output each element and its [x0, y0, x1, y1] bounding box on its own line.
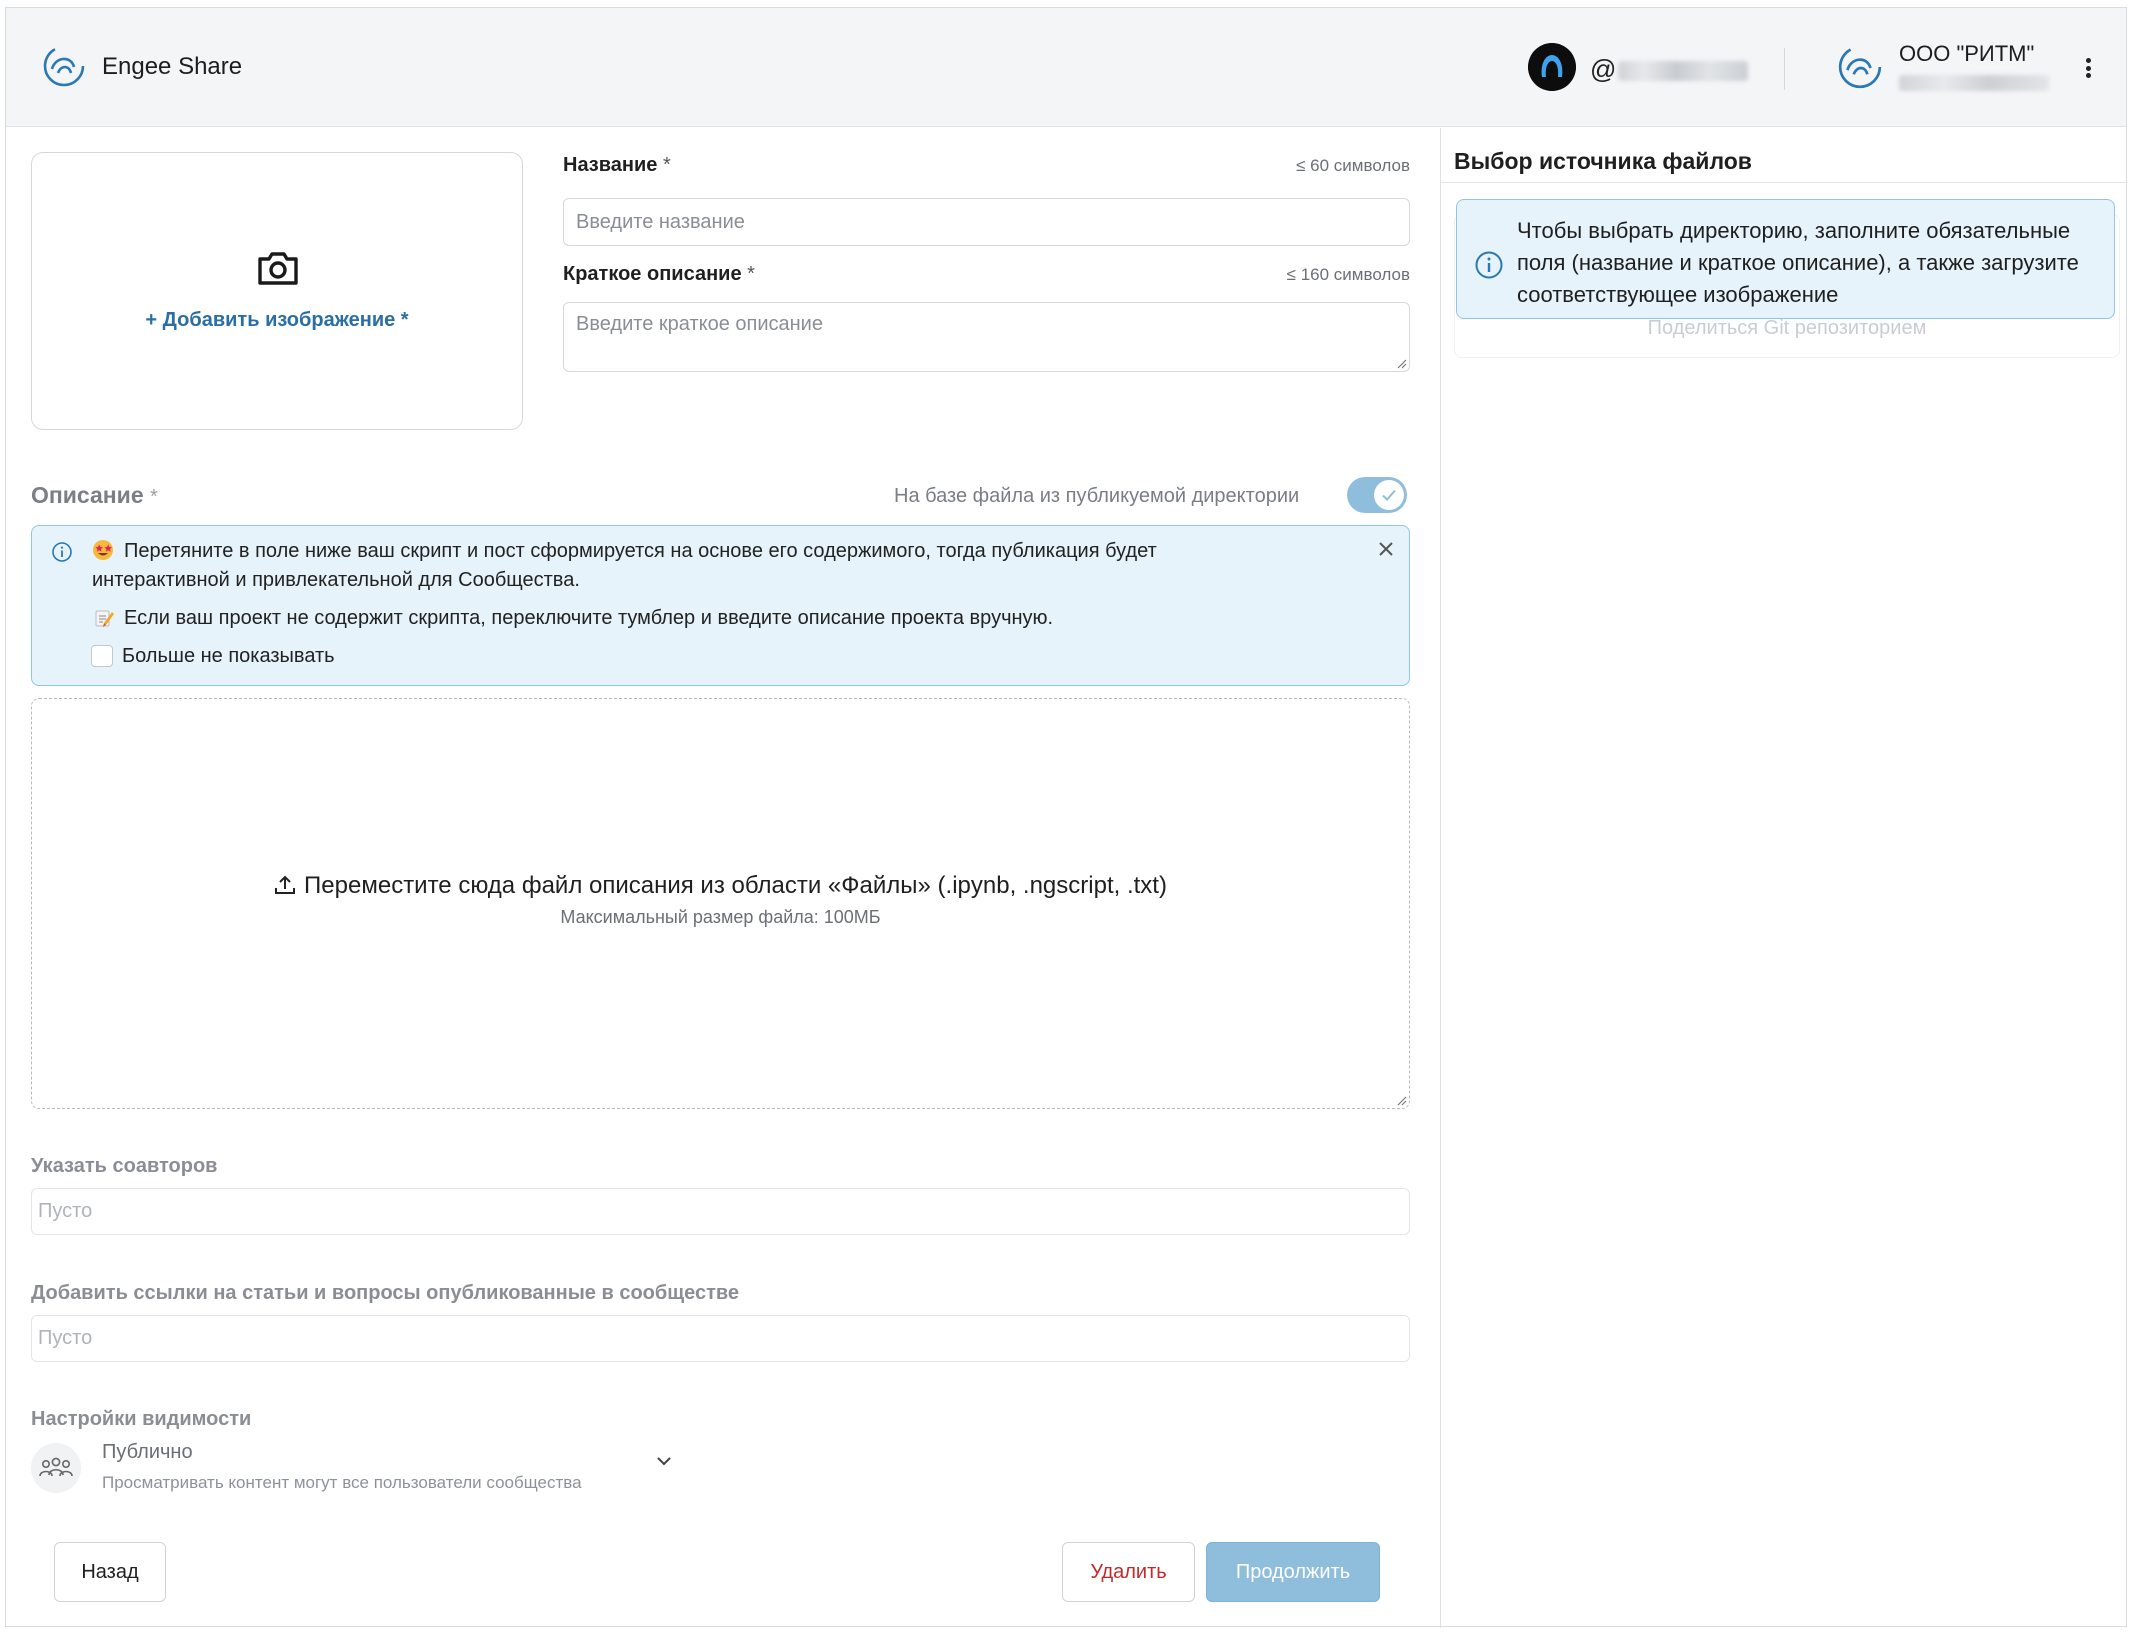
top-header: Engee Share @ ООО "РИТМ" [6, 8, 2126, 127]
check-icon [1382, 489, 1396, 501]
short-desc-label: Краткое описание * [563, 263, 755, 285]
name-char-limit: ≤ 60 символов [1296, 156, 1410, 175]
short-desc-textarea[interactable]: Введите краткое описание [563, 302, 1410, 372]
dont-show-again-checkbox[interactable] [91, 645, 113, 667]
back-button[interactable]: Назад [54, 1542, 166, 1602]
group-icon [31, 1443, 81, 1493]
kebab-menu-icon[interactable] [2078, 52, 2098, 84]
resize-grip-icon[interactable] [1397, 1096, 1407, 1106]
dont-show-again-label[interactable]: Больше не показывать [122, 645, 335, 668]
visibility-selected-desc: Просматривать контент могут все пользова… [102, 1473, 582, 1492]
upload-icon [275, 875, 296, 894]
camera-icon [258, 252, 298, 285]
header-divider [1784, 48, 1785, 90]
user-avatar[interactable] [1528, 43, 1576, 91]
info-line-2: Если ваш проект не содержит скрипта, пер… [92, 604, 1053, 633]
visibility-label: Настройки видимости [31, 1408, 252, 1430]
name-input[interactable]: Введите название [563, 198, 1410, 246]
git-share-label: Поделиться Git репозиторием [1647, 317, 1927, 339]
info-icon [52, 542, 72, 562]
source-file-toggle[interactable] [1347, 477, 1407, 513]
user-handle[interactable]: @ [1590, 54, 1749, 85]
links-placeholder: Пусто [38, 1327, 93, 1349]
directory-info-banner: Чтобы выбрать директорию, заполните обяз… [1456, 199, 2115, 319]
name-label: Название * [563, 154, 671, 176]
directory-info-text: Чтобы выбрать директорию, заполните обяз… [1517, 218, 2079, 307]
app-window: Engee Share @ ООО "РИТМ" + Добавить изоб… [5, 7, 2128, 1628]
right-panel-rule [1441, 182, 2128, 183]
coauthors-label: Указать соавторов [31, 1155, 218, 1177]
toggle-label: На базе файла из публикуемой директории [894, 485, 1300, 507]
org-logo-icon[interactable] [1836, 43, 1884, 91]
close-icon[interactable] [1375, 538, 1397, 560]
toggle-knob [1374, 480, 1404, 510]
continue-button[interactable]: Продолжить [1206, 1542, 1380, 1602]
blurred-org-id [1899, 75, 2049, 91]
links-input[interactable]: Пусто [31, 1315, 1410, 1362]
coauthors-input[interactable]: Пусто [31, 1188, 1410, 1235]
short-desc-char-limit: ≤ 160 символов [1286, 265, 1410, 284]
memo-emoji-icon [95, 610, 114, 627]
image-upload-area[interactable]: + Добавить изображение * [31, 152, 523, 430]
chevron-down-icon[interactable] [654, 1451, 674, 1471]
links-label: Добавить ссылки на статьи и вопросы опуб… [31, 1282, 740, 1304]
name-placeholder: Введите название [576, 210, 745, 233]
description-title: Описание * [31, 482, 158, 508]
org-name[interactable]: ООО "РИТМ" [1899, 41, 2034, 67]
blurred-username [1618, 61, 1749, 82]
add-image-link[interactable]: + Добавить изображение * [32, 309, 522, 332]
dropzone-size-limit: Максимальный размер файла: 100МБ [560, 907, 881, 927]
star-struck-emoji-icon [93, 540, 113, 560]
dropzone-main-text: Переместите сюда файл описания из област… [32, 872, 1409, 900]
engee-logo-icon[interactable] [41, 43, 87, 89]
info-banner: Перетяните в поле ниже ваш скрипт и пост… [31, 525, 1410, 686]
app-title[interactable]: Engee Share [102, 53, 242, 81]
delete-button[interactable]: Удалить [1062, 1542, 1195, 1602]
file-dropzone[interactable]: Переместите сюда файл описания из област… [31, 698, 1410, 1109]
panel-divider [1440, 128, 1441, 1628]
info-line-1b: интерактивной и привлекательной для Сооб… [92, 569, 580, 591]
coauthors-placeholder: Пусто [38, 1200, 93, 1222]
file-source-title: Выбор источника файлов [1454, 148, 1752, 174]
info-icon [1475, 251, 1503, 279]
short-desc-placeholder: Введите краткое описание [576, 313, 823, 335]
visibility-selected-title[interactable]: Публично [102, 1441, 193, 1464]
info-line-1: Перетяните в поле ниже ваш скрипт и пост… [92, 537, 1157, 566]
resize-grip-icon[interactable] [1397, 359, 1407, 369]
